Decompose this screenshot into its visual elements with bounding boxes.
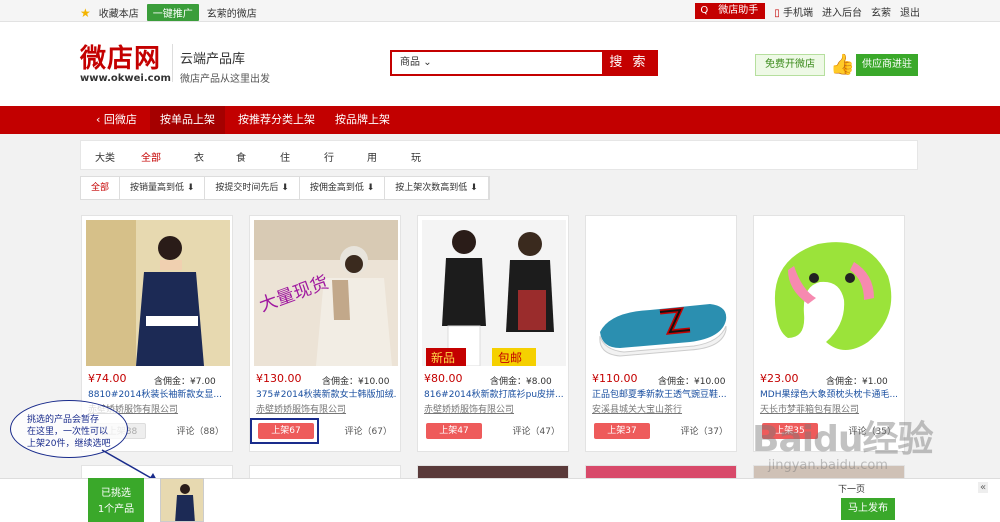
- category-housing[interactable]: 住: [280, 149, 290, 164]
- picked-product-thumbnail[interactable]: [160, 478, 204, 522]
- product-commission: 含佣金：¥10.00: [322, 377, 390, 387]
- product-title[interactable]: MDH果绿色大象颈枕头枕卡通毛...: [760, 387, 900, 400]
- chevron-down-icon: ⌄: [423, 57, 432, 68]
- product-company[interactable]: 赤壁娇娇服饰有限公司: [424, 402, 514, 415]
- product-company[interactable]: 安溪县城关大宝山茶行: [592, 402, 682, 415]
- product-price: ¥74.00: [88, 372, 127, 385]
- shelf-button[interactable]: 上架37: [594, 423, 650, 439]
- product-commission: 含佣金：¥10.00: [658, 377, 726, 387]
- product-card-peek: [417, 465, 569, 479]
- username[interactable]: 玄萦: [871, 4, 891, 19]
- header: 微店网 www.okwei.com 云端产品库 微店产品从这里出发 商品 ⌄ 搜…: [0, 22, 1000, 106]
- free-shop-button[interactable]: 免费开微店: [755, 54, 825, 76]
- watermark: Baidu经验 jingyan.baidu.com: [752, 419, 933, 473]
- slogan: 云端产品库 微店产品从这里出发: [180, 52, 270, 85]
- search-button[interactable]: 搜 索: [602, 52, 656, 74]
- thumbs-up-icon: 👍: [830, 52, 855, 76]
- review-count[interactable]: 评论（37）: [681, 424, 728, 437]
- top-bar: ★ 收藏本店 一键推广 玄萦的微店 Q 微店助手 ▯ 手机端 进入后台 玄萦 退…: [0, 0, 1000, 22]
- tab-brand[interactable]: 按品牌上架: [325, 106, 400, 134]
- product-image[interactable]: 大量现货: [254, 220, 398, 366]
- favorite-shop-link[interactable]: 收藏本店: [99, 5, 139, 20]
- sort-by-commission[interactable]: 按佣金高到低 ⬇: [300, 177, 386, 199]
- category-all[interactable]: 全部: [141, 149, 161, 164]
- backend-link[interactable]: 进入后台: [822, 4, 862, 19]
- picked-count: 已挑选 1个产品: [88, 478, 144, 522]
- star-icon: ★: [80, 5, 91, 20]
- mobile-link[interactable]: ▯ 手机端: [774, 4, 813, 19]
- supplier-join-button[interactable]: 供应商进驻: [856, 54, 918, 76]
- review-count[interactable]: 评论（88）: [177, 424, 224, 437]
- product-commission: 含佣金：¥7.00: [154, 377, 216, 387]
- search-category-select[interactable]: 商品 ⌄: [392, 52, 436, 74]
- sort-bar: 全部 按销量高到低 ⬇ 按提交时间先后 ⬇ 按佣金高到低 ⬇ 按上架次数高到低 …: [80, 176, 490, 200]
- product-title[interactable]: 816#2014秋新款打底衫pu皮拼...: [424, 387, 564, 400]
- product-price: ¥130.00: [256, 372, 302, 385]
- review-count[interactable]: 评论（47）: [513, 424, 560, 437]
- category-clothing[interactable]: 衣: [194, 149, 204, 164]
- search-bar: 商品 ⌄ 搜 索: [390, 50, 658, 76]
- sort-all[interactable]: 全部: [81, 177, 121, 199]
- category-play[interactable]: 玩: [411, 149, 421, 164]
- logo[interactable]: 微店网 www.okwei.com: [80, 38, 171, 84]
- search-input[interactable]: [436, 52, 602, 74]
- free-shipping-badge: 包邮: [498, 351, 522, 365]
- product-card[interactable]: 新品 包邮 ¥80.00 含佣金：¥8.00 816#2014秋新款打底衫pu皮…: [417, 215, 569, 452]
- sort-by-listing-count[interactable]: 按上架次数高到低 ⬇: [385, 177, 489, 199]
- product-company[interactable]: 赤壁娇娇服饰有限公司: [256, 402, 346, 415]
- highlight-box: [250, 418, 319, 444]
- new-badge: 新品: [431, 350, 455, 365]
- product-image[interactable]: [590, 220, 734, 366]
- publish-now-button[interactable]: 马上发布: [841, 498, 895, 520]
- review-count[interactable]: 评论（67）: [345, 424, 392, 437]
- product-commission: 含佣金：¥8.00: [490, 377, 552, 387]
- product-price: ¥23.00: [760, 372, 799, 385]
- divider: [172, 44, 173, 82]
- category-travel[interactable]: 行: [324, 149, 334, 164]
- tab-single-product[interactable]: 按单品上架: [150, 106, 225, 134]
- category-food[interactable]: 食: [236, 149, 246, 164]
- sort-by-time[interactable]: 按提交时间先后 ⬇: [205, 177, 300, 199]
- product-card[interactable]: 大量现货 ¥130.00 含佣金：¥10.00 375#2014秋装新款女士韩版…: [249, 215, 401, 452]
- main-nav: ‹ 回微店 按单品上架 按推荐分类上架 按品牌上架: [0, 106, 1000, 134]
- tab-recommended-category[interactable]: 按推荐分类上架: [228, 106, 325, 134]
- product-title[interactable]: 8810#2014秋装长袖新款女显...: [88, 387, 228, 400]
- chevron-left-icon: ‹: [96, 113, 101, 126]
- product-card[interactable]: ¥110.00 含佣金：¥10.00 正品包邮夏季新款王透气豌豆鞋... 安溪县…: [585, 215, 737, 452]
- phone-icon: ▯: [774, 7, 780, 19]
- one-click-promote-button[interactable]: 一键推广: [146, 4, 199, 21]
- category-label: 大类: [95, 153, 115, 164]
- my-shop-link[interactable]: 玄萦的微店: [207, 5, 257, 20]
- product-commission: 含佣金：¥1.00: [826, 377, 888, 387]
- product-title[interactable]: 正品包邮夏季新款王透气豌豆鞋...: [592, 387, 732, 400]
- product-card-peek: [585, 465, 737, 479]
- shop-helper-button[interactable]: Q 微店助手: [695, 3, 766, 19]
- helper-icon: Q: [696, 4, 713, 18]
- sort-by-sales[interactable]: 按销量高到低 ⬇: [120, 177, 206, 199]
- product-price: ¥110.00: [592, 372, 638, 385]
- category-filter: 大类 全部 衣 食 住 行 用 玩: [80, 140, 918, 170]
- product-price: ¥80.00: [424, 372, 463, 385]
- product-title[interactable]: 375#2014秋装新款女士韩版加绒...: [256, 387, 396, 400]
- product-image[interactable]: [758, 220, 902, 366]
- logout-link[interactable]: 退出: [900, 4, 920, 19]
- category-use[interactable]: 用: [367, 149, 377, 164]
- product-image[interactable]: [86, 220, 230, 366]
- shelf-button[interactable]: 上架47: [426, 423, 482, 439]
- product-image[interactable]: 新品 包邮: [422, 220, 566, 366]
- collapse-icon[interactable]: «: [978, 482, 989, 493]
- product-card-peek: [249, 465, 401, 479]
- back-to-shop-link[interactable]: ‹ 回微店: [86, 106, 147, 134]
- next-page-link[interactable]: 下一页: [838, 482, 865, 495]
